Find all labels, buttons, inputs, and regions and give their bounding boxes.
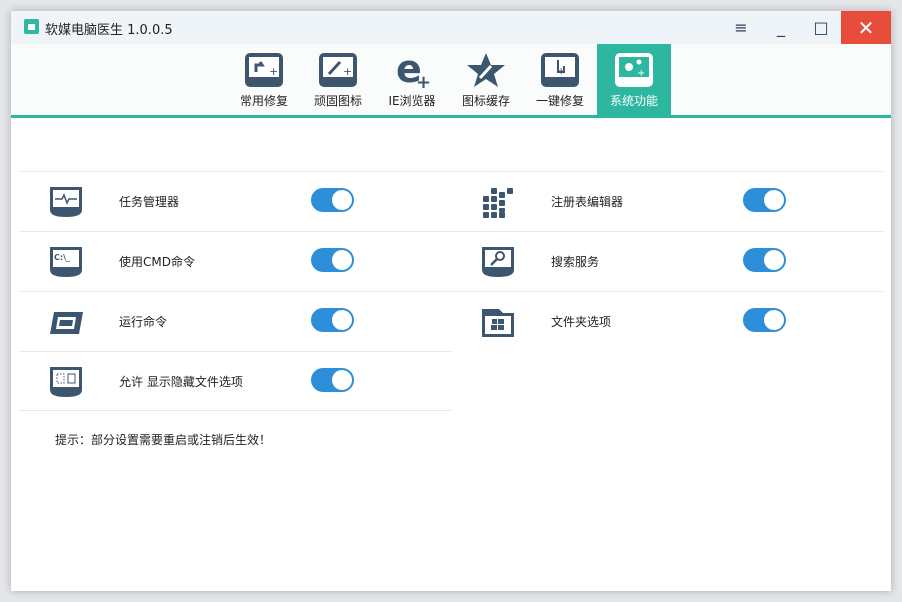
main-tabs: + 常用修复 + 顽固图标 e + IE浏览器 图标缓存 + 一键修复 + 系统功… [11,44,891,118]
cmd-icon: C:\_ [50,247,82,277]
cmd-toggle[interactable] [311,248,354,272]
shortcut-repair-icon: + [245,53,283,87]
tab-label: 图标缓存 [461,94,510,108]
task-manager-icon [50,187,82,217]
hand-click-icon: + [541,53,579,87]
tab-label: 一键修复 [535,94,584,108]
wrench-monitor-icon: + [319,53,357,87]
close-button[interactable]: ✕ [841,11,891,44]
setting-row-task-manager: 任务管理器 [19,171,451,231]
tab-icon-cache[interactable]: 图标缓存 [449,44,523,118]
setting-label: 注册表编辑器 [551,195,624,209]
menu-button[interactable]: ≡ [721,11,761,44]
svg-text:+: + [637,68,645,79]
run-icon [50,312,83,334]
title-bar: 软媒电脑医生 1.0.0.5 ≡ _ □ ✕ [11,11,891,44]
setting-row-search-service: 搜索服务 [451,231,883,291]
app-window: 软媒电脑医生 1.0.0.5 ≡ _ □ ✕ + 常用修复 + 顽固图标 e + … [11,11,891,591]
search-service-icon [482,247,514,277]
setting-label: 运行命令 [119,315,168,329]
app-logo-icon [24,19,39,34]
setting-row-cmd: C:\_ 使用CMD命令 [19,231,451,291]
svg-text:+: + [269,65,278,78]
setting-row-registry: 注册表编辑器 [451,171,883,231]
maximize-button[interactable]: □ [801,11,841,44]
ie-icon: e+ [396,52,431,88]
star-wrench-icon [467,53,505,87]
search-service-toggle[interactable] [743,248,786,272]
folder-options-toggle[interactable] [743,308,786,332]
setting-row-hidden-files: 允许 显示隐藏文件选项 [19,351,451,411]
hidden-files-toggle[interactable] [311,368,354,392]
setting-label: 使用CMD命令 [119,255,195,269]
divider [19,410,451,411]
window-title: 软媒电脑医生 1.0.0.5 [45,23,173,38]
tab-common-repair[interactable]: + 常用修复 [227,44,301,118]
svg-text:C:\_: C:\_ [54,253,70,262]
setting-label: 允许 显示隐藏文件选项 [119,375,243,389]
registry-toggle[interactable] [743,188,786,212]
folder-options-icon [482,309,514,337]
hidden-files-icon [50,367,82,397]
svg-text:+: + [557,66,565,77]
tab-one-click-repair[interactable]: + 一键修复 [523,44,597,118]
tab-system-functions[interactable]: + 系统功能 [597,44,671,118]
setting-row-run: 运行命令 [19,291,451,351]
run-toggle[interactable] [311,308,354,332]
task-manager-toggle[interactable] [311,188,354,212]
tab-label: 系统功能 [609,94,658,108]
registry-icon [483,188,513,218]
svg-text:+: + [343,65,352,78]
setting-label: 文件夹选项 [551,315,612,329]
tab-label: IE浏览器 [388,94,436,108]
tab-label: 顽固图标 [313,94,362,108]
setting-label: 搜索服务 [551,255,600,269]
tab-ie-browser[interactable]: e + IE浏览器 [375,44,449,118]
setting-label: 任务管理器 [119,195,180,209]
hint-text: 提示：部分设置需要重启或注销后生效！ [55,433,272,447]
svg-text:+: + [416,72,431,88]
gears-icon: + [615,53,653,87]
tab-label: 常用修复 [239,94,288,108]
tab-stubborn-icons[interactable]: + 顽固图标 [301,44,375,118]
minimize-button[interactable]: _ [761,11,801,44]
setting-row-folder-options: 文件夹选项 [451,291,883,351]
